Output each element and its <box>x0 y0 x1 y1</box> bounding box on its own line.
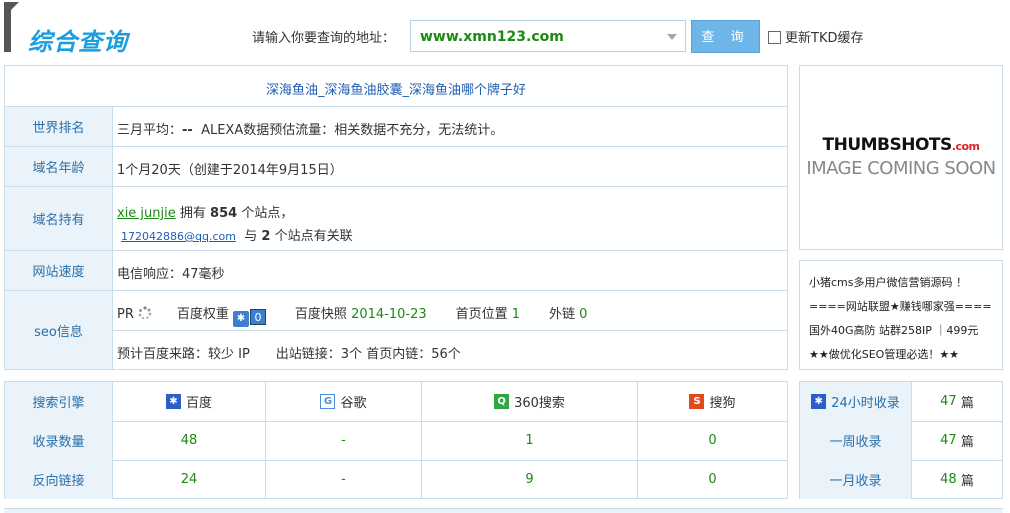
next-table-edge <box>4 508 1003 513</box>
domain-age-value: 1个月20天（创建于2014年9月15日） <box>117 163 343 178</box>
avg-label: 三月平均： <box>117 123 183 138</box>
avg-value: -- <box>182 123 193 138</box>
speed-row: 网站速度 电信响应：47毫秒 <box>5 251 787 291</box>
home-position-value: 1 <box>511 307 520 322</box>
site-info-table: 深海鱼油_深海鱼油胶囊_深海鱼油哪个牌子好 世界排名 三月平均：-- ALEXA… <box>4 65 788 370</box>
site-title[interactable]: 深海鱼油_深海鱼油胶囊_深海鱼油哪个牌子好 <box>5 79 787 98</box>
recent-24h-label: ✱ 24小时收录 <box>800 382 912 421</box>
recent-month-value[interactable]: 48 篇 <box>912 460 1002 499</box>
address-value: www.xmn123.com <box>420 29 564 45</box>
recent-month-row: 一月收录 48 篇 <box>800 460 1002 499</box>
recent-24h-value[interactable]: 47 篇 <box>912 382 1002 421</box>
thumbshots-logo: THUMBSHOTS.com <box>822 135 980 155</box>
engine-google[interactable]: G 谷歌 <box>266 382 422 421</box>
speed-value: 电信响应：47毫秒 <box>117 267 225 282</box>
engine-header-label: 搜索引擎 <box>5 382 113 421</box>
owner-line: xie junjie 拥有 854 个站点， <box>117 202 293 221</box>
external-links-label: 外链 <box>548 307 575 322</box>
indexed-count-row: 收录数量 48 - 1 0 <box>5 421 787 461</box>
image-coming-soon: IMAGE COMING SOON <box>806 158 996 179</box>
owns-suffix: 个站点， <box>241 206 294 221</box>
domain-age-row: 域名年龄 1个月20天（创建于2014年9月15日） <box>5 147 787 187</box>
backlinks-label: 反向链接 <box>5 460 113 499</box>
google-icon: G <box>320 394 336 409</box>
seo-row: seo信息 PR 百度权重 ✱ 0 百度快照 2014-10-23 首页位置 1 … <box>5 291 787 369</box>
baidu-backlinks[interactable]: 24 <box>113 460 266 499</box>
address-input[interactable]: www.xmn123.com <box>410 20 686 52</box>
seo-line1: PR 百度权重 ✱ 0 百度快照 2014-10-23 首页位置 1 外链 0 <box>117 303 587 327</box>
snapshot-label: 百度快照 <box>294 307 347 322</box>
recent-month-label: 一月收录 <box>800 460 912 499</box>
page-title: 综合查询 <box>28 28 128 56</box>
baidu-weight-badge[interactable]: 0 <box>249 309 266 325</box>
world-rank-value: 三月平均：-- ALEXA数据预估流量：相关数据不充分，无法统计。 <box>117 119 503 138</box>
baidu-paw-icon: ✱ <box>232 311 249 327</box>
ad-link[interactable]: ★★做优化SEO管理必选！★★ <box>809 343 1002 367</box>
alexa-text: ALEXA数据预估流量：相关数据不充分，无法统计。 <box>201 123 504 138</box>
recent-week-value[interactable]: 47 篇 <box>912 421 1002 460</box>
related-count: 2 <box>261 229 271 244</box>
home-position-label: 首页位置 <box>455 307 508 322</box>
ad-link[interactable]: ====网站联盟★赚钱哪家强==== <box>809 295 1002 319</box>
sogou-backlinks[interactable]: 0 <box>638 460 787 499</box>
logo-bar <box>4 2 19 52</box>
address-label: 请输入你要查询的地址： <box>252 31 396 46</box>
search-engine-table: 搜索引擎 ✱ 百度 G 谷歌 Q 360搜索 S 搜狗 收录数量 48 - 1 0 反向… <box>4 381 788 499</box>
ad-link[interactable]: 国外40G高防 站群258IP ｜499元 <box>809 319 1002 343</box>
recent-index-table: ✱ 24小时收录 47 篇 一周收录 47 篇 一月收录 48 篇 <box>799 381 1003 499</box>
360-search-icon: Q <box>494 394 510 409</box>
engine-header-row: 搜索引擎 ✱ 百度 G 谷歌 Q 360搜索 S 搜狗 <box>5 382 787 422</box>
baidu-indexed[interactable]: 48 <box>113 421 266 460</box>
google-indexed: - <box>266 421 422 460</box>
engine-baidu[interactable]: ✱ 百度 <box>113 382 266 421</box>
ad-link[interactable]: 小猪cms多用户微信营销源码 ！ <box>809 271 1002 295</box>
engine-360[interactable]: Q 360搜索 <box>422 382 638 421</box>
related-suffix: 个站点有关联 <box>274 229 353 244</box>
domain-age-label: 域名年龄 <box>5 147 113 186</box>
pr-label: PR <box>117 307 134 322</box>
related-prefix: 与 <box>244 229 258 244</box>
indexed-count-label: 收录数量 <box>5 421 113 460</box>
baidu-icon: ✱ <box>811 394 827 409</box>
sogou-indexed[interactable]: 0 <box>638 421 787 460</box>
baidu-icon: ✱ <box>165 394 181 409</box>
owns-prefix: 拥有 <box>179 206 206 221</box>
site-thumbnail: THUMBSHOTS.com IMAGE COMING SOON <box>799 65 1003 250</box>
speed-label: 网站速度 <box>5 251 113 290</box>
snapshot-value[interactable]: 2014-10-23 <box>351 307 427 322</box>
seo-line2: 预计百度来路：较少 IP 出站链接：3个 首页内链：56个 <box>117 347 461 362</box>
refresh-tkd-label: 更新TKD缓存 <box>785 31 864 46</box>
domain-owner-row: 域名持有 xie junjie 拥有 854 个站点， 172042886@qq… <box>5 187 787 251</box>
query-button[interactable]: 查 询 <box>691 20 760 53</box>
recent-week-label: 一周收录 <box>800 421 912 460</box>
external-links-value[interactable]: 0 <box>579 307 587 322</box>
360-indexed[interactable]: 1 <box>422 421 638 460</box>
owns-count: 854 <box>210 206 238 221</box>
engine-sogou[interactable]: S 搜狗 <box>638 382 787 421</box>
360-backlinks[interactable]: 9 <box>422 460 638 499</box>
recent-24h-row: ✱ 24小时收录 47 篇 <box>800 382 1002 422</box>
refresh-tkd-checkbox[interactable] <box>768 31 781 44</box>
sogou-icon: S <box>689 394 705 409</box>
seo-divider <box>113 330 787 331</box>
world-rank-label: 世界排名 <box>5 107 113 146</box>
seo-label: seo信息 <box>5 291 113 369</box>
recent-week-row: 一周收录 47 篇 <box>800 421 1002 461</box>
loading-icon <box>138 306 152 320</box>
domain-owner-label: 域名持有 <box>5 187 113 250</box>
world-rank-row: 世界排名 三月平均：-- ALEXA数据预估流量：相关数据不充分，无法统计。 <box>5 107 787 147</box>
google-backlinks: - <box>266 460 422 499</box>
owner-link[interactable]: xie junjie <box>117 206 176 221</box>
baidu-weight-label: 百度权重 <box>176 307 229 322</box>
ad-box: 小猪cms多用户微信营销源码 ！ ====网站联盟★赚钱哪家强==== 国外40… <box>799 260 1003 370</box>
site-title-row: 深海鱼油_深海鱼油胶囊_深海鱼油哪个牌子好 <box>5 66 787 107</box>
email-line: 172042886@qq.com 与 2 个站点有关联 <box>121 225 353 244</box>
chevron-down-icon[interactable] <box>667 34 677 40</box>
email-link[interactable]: 172042886@qq.com <box>121 230 236 243</box>
backlinks-row: 反向链接 24 - 9 0 <box>5 460 787 499</box>
